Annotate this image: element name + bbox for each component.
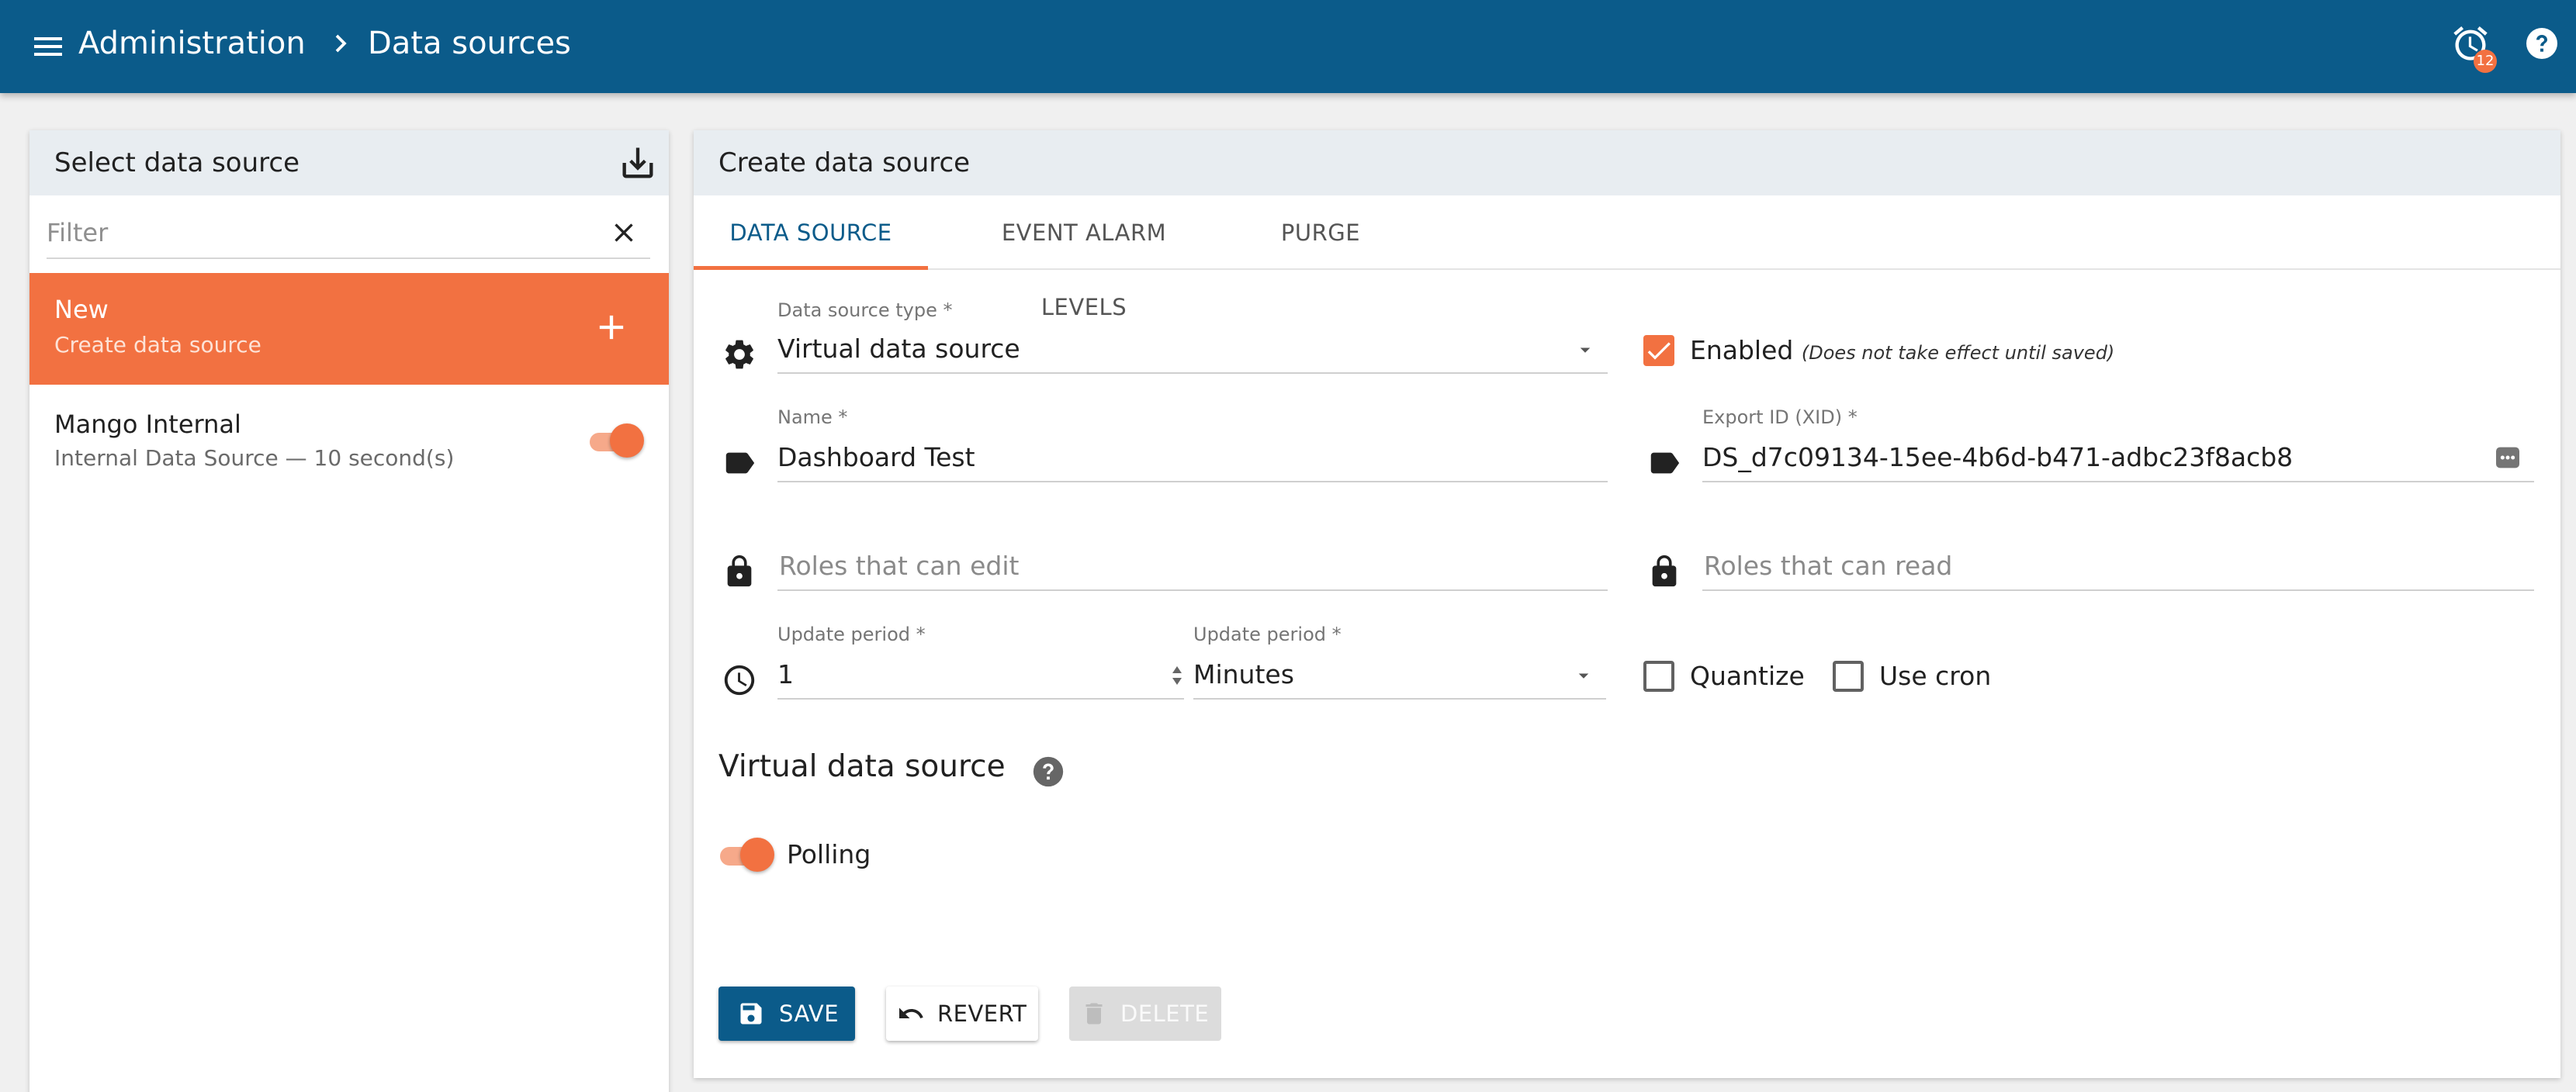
list-card-title: Select data source: [54, 147, 299, 178]
delete-button[interactable]: DELETE: [1069, 987, 1221, 1041]
close-icon[interactable]: [608, 217, 639, 248]
check-icon: [1647, 342, 1671, 360]
top-app-bar: Administration Data sources 12: [0, 0, 2576, 93]
edit-roles-underline: [777, 589, 1608, 591]
xid-field-label: Export ID (XID) *: [1702, 406, 1858, 428]
enabled-label-text: Enabled: [1690, 335, 1794, 365]
label-icon: [722, 445, 757, 481]
revert-label: REVERT: [937, 1000, 1027, 1027]
update-unit-label: Update period *: [1193, 624, 1342, 645]
editor-card-header: Create data source: [694, 130, 2560, 195]
filter-field: [47, 208, 650, 259]
help-icon[interactable]: [2523, 25, 2560, 62]
save-icon: [740, 1003, 762, 1025]
plus-icon: [599, 315, 624, 340]
revert-button[interactable]: REVERT: [886, 987, 1038, 1041]
editor-card-title: Create data source: [718, 147, 971, 178]
name-field-label: Name *: [777, 406, 848, 428]
tab-event-alarm-levels[interactable]: EVENT ALARM LEVELS: [956, 195, 1212, 320]
chevron-down-icon[interactable]: [1574, 338, 1597, 361]
type-field-underline: [777, 372, 1608, 374]
data-source-enabled-toggle[interactable]: [587, 422, 646, 459]
xid-input[interactable]: DS_d7c09134-15ee-4b6d-b471-adbc23f8acb8: [1702, 442, 2293, 472]
save-button[interactable]: SAVE: [718, 987, 855, 1041]
update-period-input[interactable]: 1: [777, 659, 794, 689]
alarm-clock-icon[interactable]: 12: [2450, 23, 2497, 73]
type-field-label: Data source type *: [777, 299, 953, 321]
update-unit-select[interactable]: Minutes: [1193, 659, 1294, 689]
chevron-down-icon[interactable]: [1572, 664, 1595, 687]
trash-icon: [1085, 1003, 1103, 1025]
more-horiz-icon[interactable]: [2492, 442, 2523, 473]
save-label: SAVE: [779, 1000, 840, 1027]
breadcrumb-data-sources: Data sources: [368, 26, 571, 61]
stepper-icon[interactable]: [1170, 664, 1184, 687]
use-cron-checkbox[interactable]: [1833, 661, 1864, 692]
quantize-label: Quantize: [1690, 661, 1805, 691]
filter-input[interactable]: [47, 208, 590, 257]
lock-icon: [722, 554, 757, 589]
quantize-checkbox[interactable]: [1643, 661, 1674, 692]
new-item-subtitle: Create data source: [54, 332, 261, 358]
read-roles-input[interactable]: Roles that can read: [1704, 551, 1952, 581]
use-cron-label: Use cron: [1879, 661, 1992, 691]
chevron-right-icon: [329, 28, 352, 59]
download-icon[interactable]: [618, 143, 658, 183]
toggle-thumb: [610, 423, 644, 458]
name-input[interactable]: Dashboard Test: [777, 442, 975, 472]
polling-label: Polling: [787, 839, 871, 869]
data-source-editor-card: Create data source DATA SOURCE EVENT ALA…: [694, 130, 2560, 1078]
xid-field-underline: [1702, 481, 2534, 482]
toggle-thumb: [740, 838, 774, 872]
update-unit-underline: [1193, 698, 1606, 700]
list-item-mango-internal[interactable]: Mango Internal Internal Data Source — 10…: [29, 385, 669, 496]
update-period-label: Update period *: [777, 624, 926, 645]
data-source-name: Mango Internal: [54, 410, 241, 439]
edit-roles-input[interactable]: Roles that can edit: [779, 551, 1019, 581]
data-source-list-card: Select data source New Create data sourc…: [29, 130, 669, 1092]
clock-icon: [722, 662, 757, 698]
read-roles-underline: [1702, 589, 2534, 591]
list-item-new-data-source[interactable]: New Create data source: [29, 273, 669, 385]
enabled-label: Enabled (Does not take effect until save…: [1690, 335, 2114, 365]
tab-purge[interactable]: PURGE: [1268, 195, 1373, 270]
enabled-note: (Does not take effect until saved): [1801, 342, 2115, 364]
help-icon[interactable]: [1030, 754, 1066, 790]
update-period-underline: [777, 698, 1184, 700]
editor-tabs: DATA SOURCE EVENT ALARM LEVELS PURGE: [694, 195, 2560, 320]
breadcrumb-administration[interactable]: Administration: [78, 22, 306, 65]
gear-icon: [722, 337, 757, 372]
list-card-header: Select data source: [29, 130, 669, 195]
data-source-type-select[interactable]: Virtual data source: [777, 333, 1020, 364]
alarm-count-badge: 12: [2474, 50, 2497, 73]
menu-icon[interactable]: [29, 26, 67, 67]
name-field-underline: [777, 481, 1608, 482]
enabled-checkbox[interactable]: [1643, 335, 1674, 366]
delete-label: DELETE: [1120, 1000, 1210, 1027]
label-icon: [1646, 445, 1682, 481]
polling-toggle[interactable]: [717, 836, 776, 873]
new-item-title: New: [54, 295, 109, 324]
section-title: Virtual data source: [718, 749, 1006, 784]
data-source-description: Internal Data Source — 10 second(s): [54, 445, 455, 471]
lock-icon: [1646, 554, 1682, 589]
undo-icon: [899, 1007, 923, 1018]
tab-data-source[interactable]: DATA SOURCE: [694, 195, 928, 270]
